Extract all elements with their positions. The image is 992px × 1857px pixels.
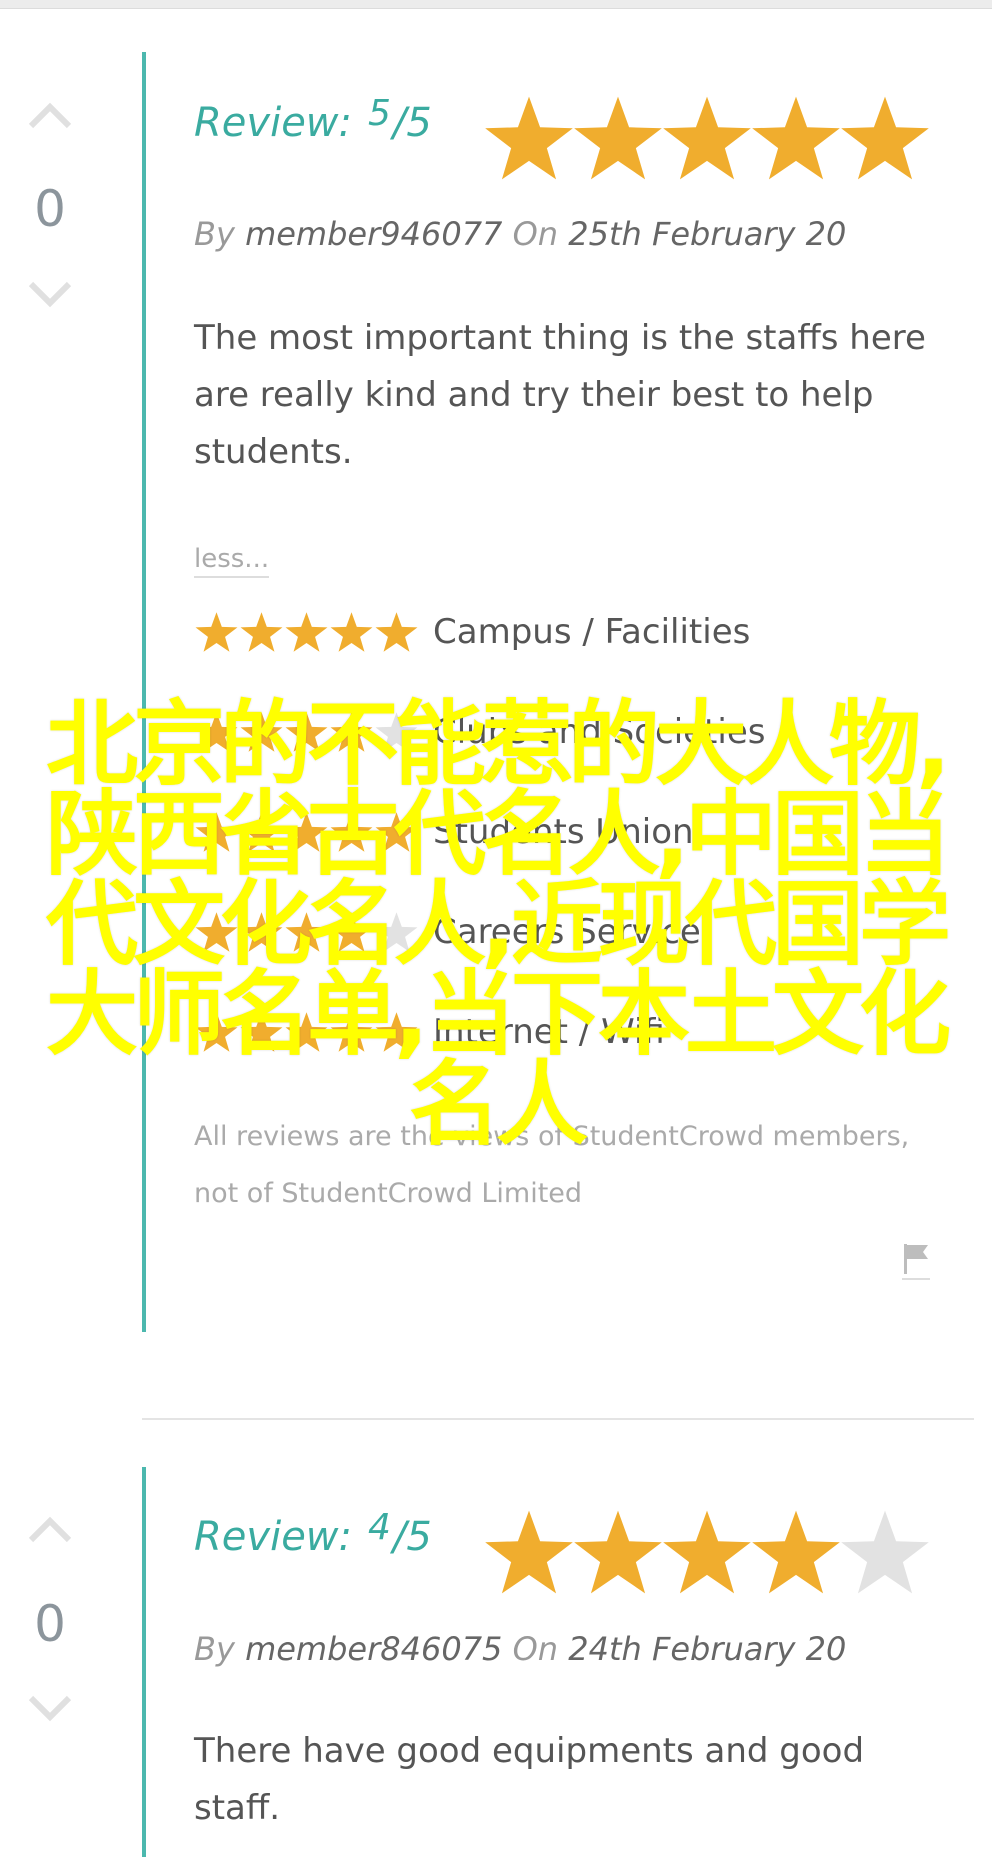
review-author[interactable]: member846075 [245, 1630, 502, 1668]
star-icon [752, 96, 840, 180]
star-icon [485, 96, 573, 180]
vote-down-icon[interactable] [27, 280, 73, 310]
star-icon [285, 612, 328, 652]
vote-up-icon[interactable] [27, 1514, 73, 1544]
overlay-watermark-text: 北京的不能惹的大人物,陕西省古代名人,中国当代文化名人,近现代国学大师名单,当下… [46, 691, 951, 1158]
review-date: 24th February 20 [568, 1630, 847, 1668]
category-label: Campus / Facilities [433, 612, 751, 652]
by-label: By [194, 1630, 235, 1668]
overall-star-rating [482, 1506, 929, 1598]
vote-count: 0 [34, 1595, 66, 1653]
star-icon [240, 612, 283, 652]
review-body: There have good equipments and good staf… [194, 1731, 865, 1828]
star-icon [195, 612, 238, 652]
category-rating-campus: Campus / Facilities [194, 610, 750, 654]
on-label: On [512, 1630, 559, 1668]
vote-up-icon[interactable] [27, 100, 73, 130]
review-accent-bar [142, 1467, 146, 1857]
overall-star-rating [482, 92, 929, 184]
review-byline: By member846075 On 24th February 20 [194, 1630, 846, 1668]
review-label: Review: [194, 100, 352, 146]
star-icon [841, 96, 929, 180]
review-rating-max: /5 [392, 1514, 432, 1560]
category-stars [194, 610, 419, 654]
review-date: 25th February 20 [568, 215, 847, 253]
review-heading: Review: 4 /5 [194, 1507, 432, 1561]
star-icon [485, 1510, 573, 1594]
vote-down-icon[interactable] [27, 1694, 73, 1724]
star-icon [574, 96, 662, 180]
star-icon [663, 96, 751, 180]
review-body: The most important thing is the staffs h… [194, 318, 926, 472]
review-rating-max: /5 [392, 100, 432, 146]
vote-count: 0 [34, 180, 66, 238]
by-label: By [194, 215, 235, 253]
less-link[interactable]: less... [194, 544, 270, 578]
review-rating: 5 [368, 92, 391, 134]
review-rating: 4 [368, 1506, 391, 1548]
star-icon [752, 1510, 840, 1594]
review-heading: Review: 5 /5 [194, 93, 432, 147]
star-icon [375, 612, 418, 652]
star-icon [330, 612, 373, 652]
review-author[interactable]: member946077 [245, 215, 502, 253]
star-icon [841, 1510, 929, 1594]
star-icon [663, 1510, 751, 1594]
flag-icon[interactable] [902, 1242, 930, 1280]
top-bar [0, 0, 992, 9]
star-icon [574, 1510, 662, 1594]
on-label: On [512, 215, 559, 253]
review-byline: By member946077 On 25th February 20 [194, 215, 846, 253]
review-label: Review: [194, 1514, 352, 1560]
review-divider [142, 1418, 974, 1420]
